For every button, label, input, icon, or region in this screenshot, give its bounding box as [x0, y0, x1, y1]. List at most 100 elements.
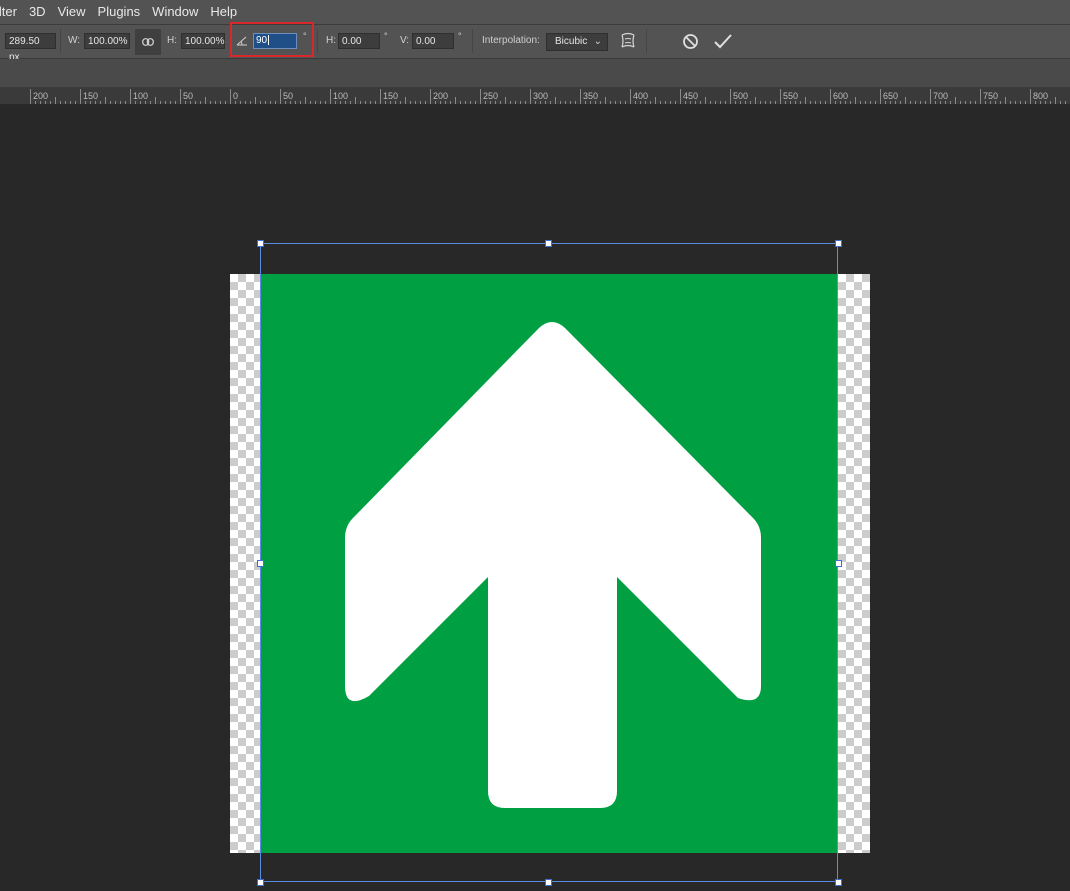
ruler-major-tick	[530, 89, 531, 104]
ruler-major-tick	[430, 89, 431, 104]
interpolation-select[interactable]: Bicubic ⌄	[546, 33, 608, 51]
ruler-minor-tick	[495, 101, 496, 104]
link-button[interactable]	[135, 29, 161, 55]
ruler-minor-tick	[605, 97, 606, 104]
transform-handle-top[interactable]	[545, 240, 552, 247]
menu-help[interactable]: Help	[204, 0, 243, 24]
ruler-minor-tick	[350, 101, 351, 104]
ruler-minor-tick	[440, 101, 441, 104]
ruler-major-tick	[630, 89, 631, 104]
ruler-minor-tick	[990, 101, 991, 104]
ruler-minor-tick	[410, 101, 411, 104]
ruler-minor-tick	[220, 101, 221, 104]
ruler-minor-tick	[735, 101, 736, 104]
cancel-icon[interactable]	[682, 33, 699, 50]
menu-plugins[interactable]: Plugins	[92, 0, 147, 24]
divider	[317, 29, 318, 53]
menu-view[interactable]: View	[52, 0, 92, 24]
ruler-minor-tick	[340, 101, 341, 104]
ruler-minor-tick	[770, 101, 771, 104]
ruler-minor-tick	[345, 101, 346, 104]
ruler-minor-tick	[1015, 101, 1016, 104]
ruler-minor-tick	[255, 97, 256, 104]
ruler-minor-tick	[845, 101, 846, 104]
ruler-label: 600	[833, 91, 849, 101]
skew-v-field[interactable]: 0.00	[412, 33, 454, 49]
warp-icon[interactable]	[619, 31, 637, 51]
ruler-minor-tick	[145, 101, 146, 104]
ruler-minor-tick	[650, 101, 651, 104]
ruler-minor-tick	[200, 101, 201, 104]
ruler-minor-tick	[665, 101, 666, 104]
checkmark-icon[interactable]	[713, 33, 733, 50]
ruler-label: 350	[583, 91, 599, 101]
ruler-minor-tick	[885, 101, 886, 104]
ruler-minor-tick	[850, 101, 851, 104]
ruler-minor-tick	[40, 101, 41, 104]
ruler-major-tick	[780, 89, 781, 104]
ruler-minor-tick	[555, 97, 556, 104]
ruler-minor-tick	[85, 101, 86, 104]
ruler-minor-tick	[1060, 101, 1061, 104]
ruler-minor-tick	[670, 101, 671, 104]
x-position-field[interactable]: 289.50 px	[5, 33, 56, 63]
ruler-minor-tick	[195, 101, 196, 104]
ruler-minor-tick	[395, 101, 396, 104]
ruler-minor-tick	[70, 101, 71, 104]
ruler-minor-tick	[90, 101, 91, 104]
transform-handle-top-right[interactable]	[835, 240, 842, 247]
rotation-angle-input[interactable]: 90	[253, 33, 297, 49]
ruler-minor-tick	[415, 101, 416, 104]
skew-h-field[interactable]: 0.00	[338, 33, 380, 49]
ruler-minor-tick	[300, 101, 301, 104]
ruler-label: 0	[233, 91, 239, 101]
ruler-minor-tick	[460, 101, 461, 104]
ruler-minor-tick	[740, 101, 741, 104]
ruler-minor-tick	[995, 101, 996, 104]
ruler-minor-tick	[170, 101, 171, 104]
ruler-minor-tick	[825, 101, 826, 104]
ruler-minor-tick	[405, 97, 406, 104]
height-label: H:	[167, 35, 177, 46]
ruler-label: 700	[933, 91, 949, 101]
ruler-minor-tick	[445, 101, 446, 104]
height-field[interactable]: 100.00%	[181, 33, 225, 49]
menu-filter[interactable]: ilter	[0, 0, 23, 24]
ruler-minor-tick	[510, 101, 511, 104]
transform-handle-right[interactable]	[835, 560, 842, 567]
ruler-minor-tick	[790, 101, 791, 104]
ruler-minor-tick	[225, 101, 226, 104]
ruler-minor-tick	[800, 101, 801, 104]
skew-h-unit: °	[384, 31, 388, 41]
ruler-minor-tick	[215, 101, 216, 104]
horizontal-ruler[interactable]: 200 150 100 50 0 50 100 150 200 250 300 350 400 450 50…	[0, 88, 1070, 105]
transform-handle-bottom[interactable]	[545, 879, 552, 886]
ruler-minor-tick	[95, 101, 96, 104]
ruler-minor-tick	[675, 101, 676, 104]
ruler-minor-tick	[485, 101, 486, 104]
ruler-minor-tick	[400, 101, 401, 104]
ruler-minor-tick	[745, 101, 746, 104]
ruler-minor-tick	[915, 101, 916, 104]
menu-window[interactable]: Window	[146, 0, 204, 24]
ruler-major-tick	[130, 89, 131, 104]
menu-3d[interactable]: 3D	[23, 0, 52, 24]
transform-handle-bottom-left[interactable]	[257, 879, 264, 886]
transform-handle-top-left[interactable]	[257, 240, 264, 247]
transform-handle-left[interactable]	[257, 560, 264, 567]
ruler-minor-tick	[315, 101, 316, 104]
canvas-area[interactable]	[0, 105, 1070, 891]
width-field[interactable]: 100.00%	[84, 33, 130, 49]
ruler-label: 750	[983, 91, 999, 101]
transform-handle-bottom-right[interactable]	[835, 879, 842, 886]
ruler-minor-tick	[50, 101, 51, 104]
ruler-minor-tick	[135, 101, 136, 104]
ruler-minor-tick	[365, 101, 366, 104]
ruler-minor-tick	[115, 101, 116, 104]
ruler-minor-tick	[700, 101, 701, 104]
interpolation-label: Interpolation:	[482, 35, 540, 46]
ruler-minor-tick	[260, 101, 261, 104]
ruler-minor-tick	[870, 101, 871, 104]
ruler-minor-tick	[945, 101, 946, 104]
width-label: W:	[68, 35, 81, 46]
